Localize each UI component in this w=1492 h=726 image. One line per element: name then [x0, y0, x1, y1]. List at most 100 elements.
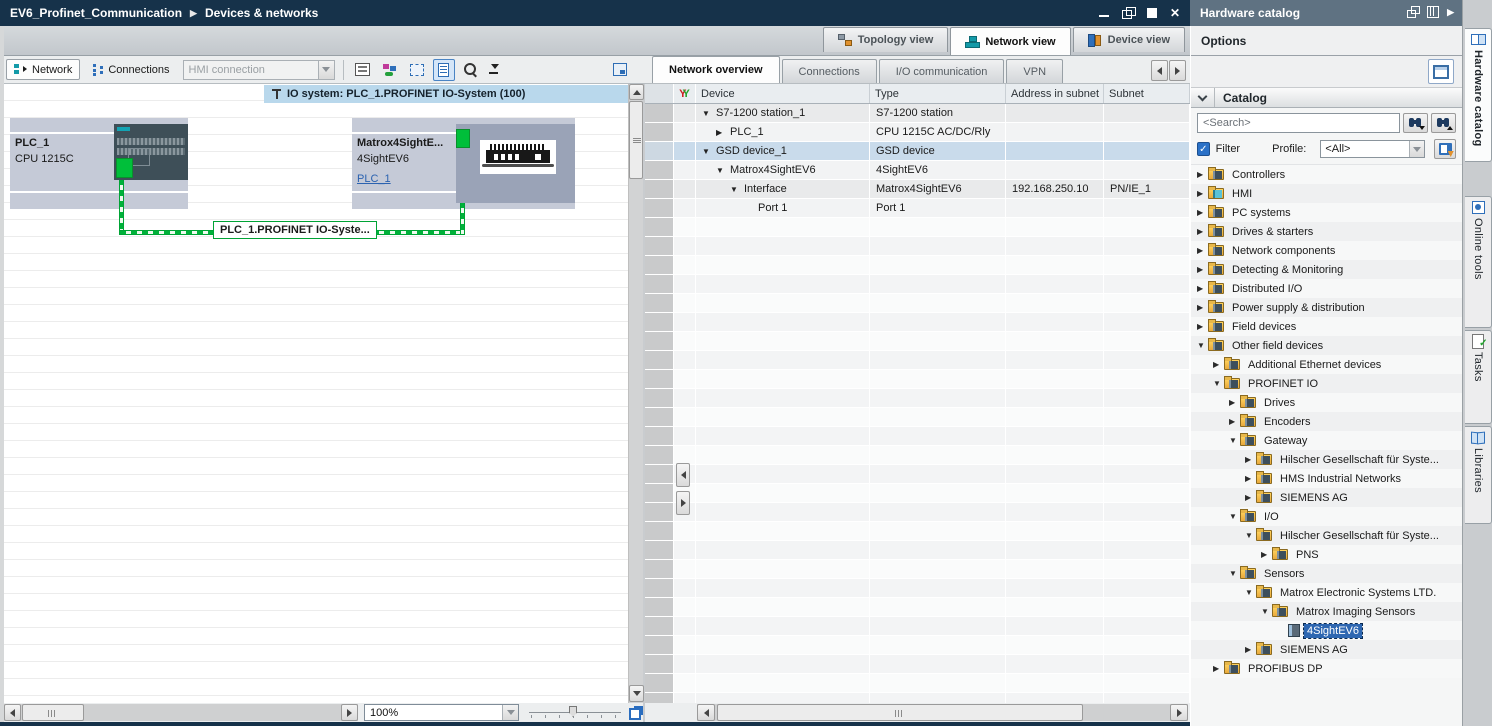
side-tab-libraries[interactable]: Libraries	[1465, 426, 1492, 524]
zoom-slider-thumb[interactable]	[569, 706, 577, 717]
expander-down-icon[interactable]: ▼	[702, 109, 711, 118]
expander-down-icon[interactable]: ▼	[702, 147, 711, 156]
expander-right-icon[interactable]: ▶	[1245, 645, 1256, 654]
catalog-item-matrox-imaging-sensors[interactable]: ▼Matrox Imaging Sensors	[1191, 602, 1462, 621]
close-icon[interactable]: ✕	[1170, 7, 1180, 19]
options-section-header[interactable]: Options	[1191, 26, 1462, 56]
breadcrumb-section[interactable]: Devices & networks	[205, 6, 318, 20]
matrox-device-box[interactable]: Matrox4SightE... 4SightEV6 PLC_1	[352, 118, 575, 209]
selection-frame-button[interactable]	[406, 59, 428, 81]
catalog-item-pns[interactable]: ▶PNS	[1191, 545, 1462, 564]
catalog-item-encoders[interactable]: ▶Encoders	[1191, 412, 1462, 431]
network-coloring-button[interactable]	[379, 59, 401, 81]
expander-right-icon[interactable]: ▶	[1197, 208, 1208, 217]
scroll-right-button[interactable]	[341, 704, 358, 721]
expander-right-icon[interactable]: ▶	[1229, 398, 1240, 407]
canvas-horizontal-scrollbar[interactable]	[4, 704, 358, 721]
catalog-item-hmi[interactable]: ▶HMI	[1191, 184, 1462, 203]
expander-right-icon[interactable]: ▶	[1245, 493, 1256, 502]
expander-down-icon[interactable]: ▼	[1245, 588, 1256, 597]
catalog-item-detecting-monitoring[interactable]: ▶Detecting & Monitoring	[1191, 260, 1462, 279]
expander-down-icon[interactable]: ▼	[1213, 379, 1224, 388]
page-view-button[interactable]	[433, 59, 455, 81]
restore-icon[interactable]	[1122, 7, 1136, 19]
catalog-item-pc-systems[interactable]: ▶PC systems	[1191, 203, 1462, 222]
catalog-item-i-o[interactable]: ▼I/O	[1191, 507, 1462, 526]
matrox-profinet-port[interactable]	[456, 129, 470, 148]
plc-profinet-port[interactable]	[116, 158, 133, 178]
expander-right-icon[interactable]: ▶	[1197, 303, 1208, 312]
side-tab-hardware-catalog[interactable]: Hardware catalog	[1465, 28, 1492, 162]
filter-checkbox[interactable]: ✓	[1197, 142, 1210, 156]
expander-right-icon[interactable]: ▶	[1213, 360, 1224, 369]
connection-type-dropdown-icon[interactable]	[318, 61, 334, 79]
expander-right-icon[interactable]: ▶	[1213, 664, 1224, 673]
expander-down-icon[interactable]: ▼	[716, 166, 725, 175]
expander-down-icon[interactable]: ▼	[1229, 436, 1240, 445]
catalog-item-other-field-devices[interactable]: ▼Other field devices	[1191, 336, 1462, 355]
expander-right-icon[interactable]: ▶	[1197, 189, 1208, 198]
table-row-port-1[interactable]: Port 1Port 1	[645, 199, 1190, 218]
zoom-dropdown-icon[interactable]	[502, 705, 518, 720]
expander-right-icon[interactable]: ▶	[1245, 474, 1256, 483]
catalog-item-additional-ethernet-devices[interactable]: ▶Additional Ethernet devices	[1191, 355, 1462, 374]
horizontal-scroll-thumb[interactable]	[717, 704, 1083, 721]
expander-right-icon[interactable]: ▶	[1197, 227, 1208, 236]
tab-network-overview[interactable]: Network overview	[652, 56, 780, 83]
table-row-matrox4sightev6[interactable]: ▼Matrox4SightEV64SightEV6	[645, 161, 1190, 180]
catalog-item-gateway[interactable]: ▼Gateway	[1191, 431, 1462, 450]
tab-device-view[interactable]: Device view	[1073, 27, 1185, 52]
catalog-item-4sightev6[interactable]: 4SightEV6	[1191, 621, 1462, 640]
graphic-overview-button[interactable]	[609, 59, 631, 81]
network-mode-button[interactable]: Network	[6, 59, 80, 80]
plc-device-box[interactable]: PLC_1 CPU 1215C	[10, 118, 188, 209]
table-row-gsd-device-1[interactable]: ▼GSD device_1GSD device	[645, 142, 1190, 161]
expander-right-icon[interactable]: ▶	[1197, 246, 1208, 255]
tab-scroll-right-button[interactable]	[1169, 60, 1186, 81]
catalog-item-distributed-i-o[interactable]: ▶Distributed I/O	[1191, 279, 1462, 298]
fit-to-view-icon[interactable]	[629, 706, 643, 720]
io-system-banner[interactable]: IO system: PLC_1.PROFINET IO-System (100…	[264, 85, 628, 103]
catalog-item-network-components[interactable]: ▶Network components	[1191, 241, 1462, 260]
minimize-icon[interactable]	[1098, 7, 1112, 19]
catalog-item-profinet-io[interactable]: ▼PROFINET IO	[1191, 374, 1462, 393]
collapse-left-button[interactable]	[676, 463, 690, 487]
catalog-item-hilscher-gesellschaft-f-r-syste[interactable]: ▼Hilscher Gesellschaft für Syste...	[1191, 526, 1462, 545]
collapse-panel-icon[interactable]: ▶	[1447, 6, 1454, 18]
chevron-down-icon[interactable]	[1198, 91, 1208, 101]
zoom-slider[interactable]	[529, 704, 621, 721]
table-row-interface[interactable]: ▼InterfaceMatrox4SightEV6192.168.250.10P…	[645, 180, 1190, 199]
tab-i-o-communication[interactable]: I/O communication	[879, 59, 1005, 83]
scroll-right-button[interactable]	[1170, 704, 1188, 721]
canvas-vertical-scrollbar[interactable]	[628, 84, 643, 703]
column-header-address-in-subnet[interactable]: Address in subnet	[1006, 84, 1104, 103]
maximize-icon[interactable]	[1146, 7, 1160, 19]
profile-dropdown-icon[interactable]	[1409, 141, 1424, 157]
expander-down-icon[interactable]: ▼	[730, 185, 739, 194]
catalog-item-drives-starters[interactable]: ▶Drives & starters	[1191, 222, 1462, 241]
column-header-subnet[interactable]: Subnet	[1104, 84, 1190, 103]
float-panel-icon[interactable]	[1407, 6, 1419, 18]
scroll-down-button[interactable]	[629, 685, 644, 702]
column-header-device[interactable]: Device	[696, 84, 870, 103]
search-down-button[interactable]	[1403, 113, 1428, 133]
expander-down-icon[interactable]: ▼	[1197, 341, 1208, 350]
network-canvas[interactable]: IO system: PLC_1.PROFINET IO-System (100…	[4, 84, 628, 703]
expander-right-icon[interactable]: ▶	[1197, 170, 1208, 179]
expander-right-icon[interactable]: ▶	[1197, 265, 1208, 274]
expander-down-icon[interactable]: ▼	[1261, 607, 1272, 616]
catalog-item-field-devices[interactable]: ▶Field devices	[1191, 317, 1462, 336]
breadcrumb-project[interactable]: EV6_Profinet_Communication	[10, 6, 182, 20]
tab-connections[interactable]: Connections	[782, 59, 877, 83]
scroll-left-button[interactable]	[697, 704, 715, 721]
zoom-level-select[interactable]: 100%	[364, 704, 519, 721]
side-tab-tasks[interactable]: Tasks	[1465, 330, 1492, 424]
open-device-view-button[interactable]	[1428, 59, 1454, 84]
catalog-item-siemens-ag[interactable]: ▶SIEMENS AG	[1191, 488, 1462, 507]
catalog-item-controllers[interactable]: ▶Controllers	[1191, 165, 1462, 184]
catalog-section-header[interactable]: Catalog	[1191, 87, 1462, 108]
catalog-item-sensors[interactable]: ▼Sensors	[1191, 564, 1462, 583]
expander-right-icon[interactable]: ▶	[1197, 322, 1208, 331]
catalog-item-power-supply-distribution[interactable]: ▶Power supply & distribution	[1191, 298, 1462, 317]
catalog-item-profibus-dp[interactable]: ▶PROFIBUS DP	[1191, 659, 1462, 678]
